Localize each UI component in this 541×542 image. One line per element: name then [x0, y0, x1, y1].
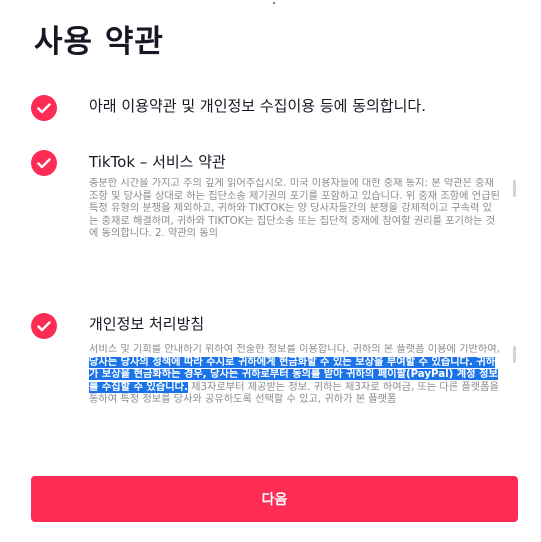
- privacy-body-before: 서비스 및 기회를 안내하기 위하여 전술한 정보를 이용합니다. 귀하의 본 …: [89, 344, 500, 355]
- terms-of-service-text[interactable]: 충분한 시간을 가지고 주의 깊게 읽어주십시오. 미국 이용자들에 대한 중재…: [89, 178, 501, 277]
- agree-all-label: 아래 이용약관 및 개인정보 수집이용 등에 동의합니다.: [89, 97, 426, 115]
- terms-of-service-label: TikTok – 서비스 약관: [89, 153, 226, 171]
- check-icon: [37, 320, 51, 331]
- terms-of-service-body: 충분한 시간을 가지고 주의 깊게 읽어주십시오. 미국 이용자들에 대한 중재…: [89, 178, 500, 240]
- terms-scrollbar[interactable]: [513, 180, 516, 197]
- top-indicator-dot: [273, 2, 275, 4]
- privacy-policy-text[interactable]: 서비스 및 기회를 안내하기 위하여 전술한 정보를 이용합니다. 귀하의 본 …: [89, 344, 501, 440]
- terms-of-service-checkbox[interactable]: [31, 150, 57, 176]
- page-title: 사용 약관: [34, 24, 164, 60]
- privacy-scrollbar[interactable]: [513, 346, 516, 363]
- privacy-policy-checkbox[interactable]: [31, 313, 57, 339]
- check-icon: [37, 102, 51, 113]
- agree-all-checkbox[interactable]: [31, 95, 57, 121]
- privacy-policy-body: 서비스 및 기회를 안내하기 위하여 전술한 정보를 이용합니다. 귀하의 본 …: [89, 344, 501, 407]
- next-button[interactable]: 다음: [31, 476, 518, 522]
- privacy-policy-label: 개인정보 처리방침: [89, 315, 205, 333]
- check-icon: [37, 157, 51, 168]
